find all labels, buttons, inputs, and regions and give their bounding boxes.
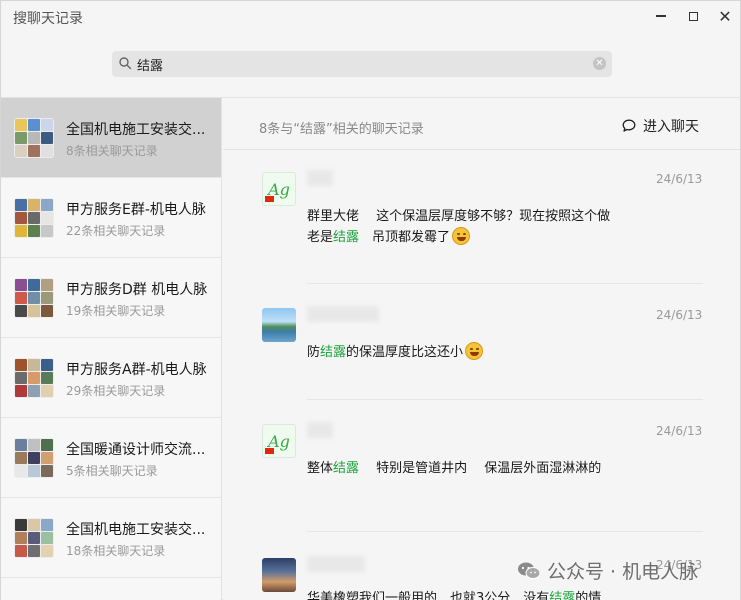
flag-icon bbox=[265, 448, 274, 454]
keyword-highlight: 结露 bbox=[333, 230, 360, 245]
wechat-official-account-icon bbox=[518, 562, 541, 579]
keyword-highlight: 结露 bbox=[549, 591, 576, 600]
message-divider bbox=[307, 399, 703, 400]
message-text-part: 防 bbox=[307, 345, 321, 360]
minimize-button[interactable] bbox=[644, 3, 678, 29]
match-count: 8条相关聊天记录 bbox=[66, 144, 158, 158]
user-avatar: Ag bbox=[262, 172, 296, 206]
search-box: ✕ bbox=[112, 51, 612, 77]
group-avatar bbox=[14, 278, 54, 318]
keyword-highlight: 结露 bbox=[333, 461, 360, 476]
window-title: 搜聊天记录 bbox=[13, 11, 83, 27]
panel-divider bbox=[223, 149, 740, 150]
search-icon bbox=[119, 57, 132, 70]
minimize-icon bbox=[656, 15, 666, 17]
enter-chat-label: 进入聊天 bbox=[643, 119, 699, 135]
message-text: 防结露的保温厚度比这还小 bbox=[307, 342, 627, 363]
search-input[interactable] bbox=[137, 51, 587, 77]
group-avatar bbox=[14, 198, 54, 238]
result-summary: 8条与“结露”相关的聊天记录 bbox=[259, 122, 424, 137]
enter-chat-button[interactable]: 进入聊天 bbox=[621, 116, 699, 136]
group-avatar bbox=[14, 518, 54, 558]
chat-name: 甲方服务D群 机电人脉 bbox=[66, 282, 208, 298]
group-avatar bbox=[14, 118, 54, 158]
message-text-part: 的保温厚度比这还小 bbox=[346, 345, 464, 360]
sender-name-blurred bbox=[307, 306, 379, 322]
message-text-part: 特别是管道井内 保温层外面湿淋淋的 bbox=[359, 461, 602, 476]
close-button[interactable]: ✕ bbox=[708, 3, 741, 29]
group-avatar bbox=[14, 438, 54, 478]
message-text-part: 的情 bbox=[575, 591, 602, 600]
grin-emoji-icon bbox=[465, 342, 484, 360]
chat-result-list: 全国机电施工安装交... 8条相关聊天记录 甲方服务E群-机电人脉 22条相关聊… bbox=[1, 98, 222, 600]
message-text: 群里大佬 这个保温层厚度够不够？现在按照这个做 老是结露 吊顶都发霉了 bbox=[307, 206, 627, 248]
chat-bubble-icon bbox=[622, 119, 636, 132]
maximize-icon bbox=[688, 11, 698, 21]
match-count: 19条相关聊天记录 bbox=[66, 304, 166, 318]
search-results-panel: 8条与“结露”相关的聊天记录 进入聊天 Ag 24/6/13 群里大佬 这个保温… bbox=[223, 98, 740, 600]
user-avatar: Ag bbox=[262, 424, 296, 458]
chat-result-item[interactable]: 全国机电施工安装交... 8条相关聊天记录 bbox=[1, 98, 221, 178]
chat-name: 全国暖通设计师交流... bbox=[66, 442, 206, 458]
sender-name-blurred bbox=[307, 422, 333, 438]
message-text: 整体结露 特别是管道井内 保温层外面湿淋淋的 bbox=[307, 458, 627, 479]
message-text: 华美橡塑我们一般用的 也就3公分 没有结露的情 bbox=[307, 588, 627, 600]
match-count: 5条相关聊天记录 bbox=[66, 464, 158, 478]
search-chat-history-window: 搜聊天记录 ✕ ✕ 全国机电施工安装交... 8条相关聊天记录 bbox=[0, 0, 741, 600]
chat-name: 甲方服务E群-机电人脉 bbox=[66, 202, 206, 218]
message-divider bbox=[307, 531, 703, 532]
chat-result-item[interactable]: 甲方服务D群 机电人脉 19条相关聊天记录 bbox=[1, 258, 221, 338]
chat-result-item[interactable]: 全国机电施工安装交... 18条相关聊天记录 bbox=[1, 498, 221, 578]
chat-result-item[interactable]: 甲方服务A群-机电人脉 29条相关聊天记录 bbox=[1, 338, 221, 418]
chat-name: 全国机电施工安装交... bbox=[66, 122, 206, 138]
watermark: 公众号 · 机电人脉 bbox=[517, 557, 698, 584]
user-avatar bbox=[262, 558, 296, 592]
chat-name: 甲方服务A群-机电人脉 bbox=[66, 362, 207, 378]
message-divider bbox=[307, 283, 703, 284]
sender-name-blurred bbox=[307, 170, 333, 186]
chat-result-item[interactable]: 甲方服务E群-机电人脉 22条相关聊天记录 bbox=[1, 178, 221, 258]
keyword-highlight: 结露 bbox=[320, 345, 347, 360]
clear-icon[interactable]: ✕ bbox=[593, 57, 606, 70]
match-count: 22条相关聊天记录 bbox=[66, 224, 166, 238]
watermark-text: 公众号 · 机电人脉 bbox=[547, 561, 699, 583]
flag-icon bbox=[265, 196, 274, 202]
maximize-button[interactable] bbox=[676, 3, 710, 29]
close-icon: ✕ bbox=[718, 6, 732, 26]
message-text-part: 整体 bbox=[307, 461, 334, 476]
message-date: 24/6/13 bbox=[656, 424, 703, 438]
match-count: 18条相关聊天记录 bbox=[66, 544, 166, 558]
message-text-part: 吊顶都发霉了 bbox=[359, 230, 451, 245]
message-date: 24/6/13 bbox=[656, 172, 703, 186]
grimace-emoji-icon bbox=[452, 227, 471, 245]
match-count: 29条相关聊天记录 bbox=[66, 384, 166, 398]
group-avatar bbox=[14, 358, 54, 398]
user-avatar bbox=[262, 308, 296, 342]
title-bar: 搜聊天记录 ✕ bbox=[1, 1, 741, 35]
chat-name: 全国机电施工安装交... bbox=[66, 522, 206, 538]
message-date: 24/6/13 bbox=[656, 308, 703, 322]
chat-result-item[interactable]: 全国暖通设计师交流... 5条相关聊天记录 bbox=[1, 418, 221, 498]
message-text-part: 华美橡塑我们一般用的 也就3公分 没有 bbox=[307, 591, 550, 600]
sender-name-blurred bbox=[307, 556, 365, 572]
